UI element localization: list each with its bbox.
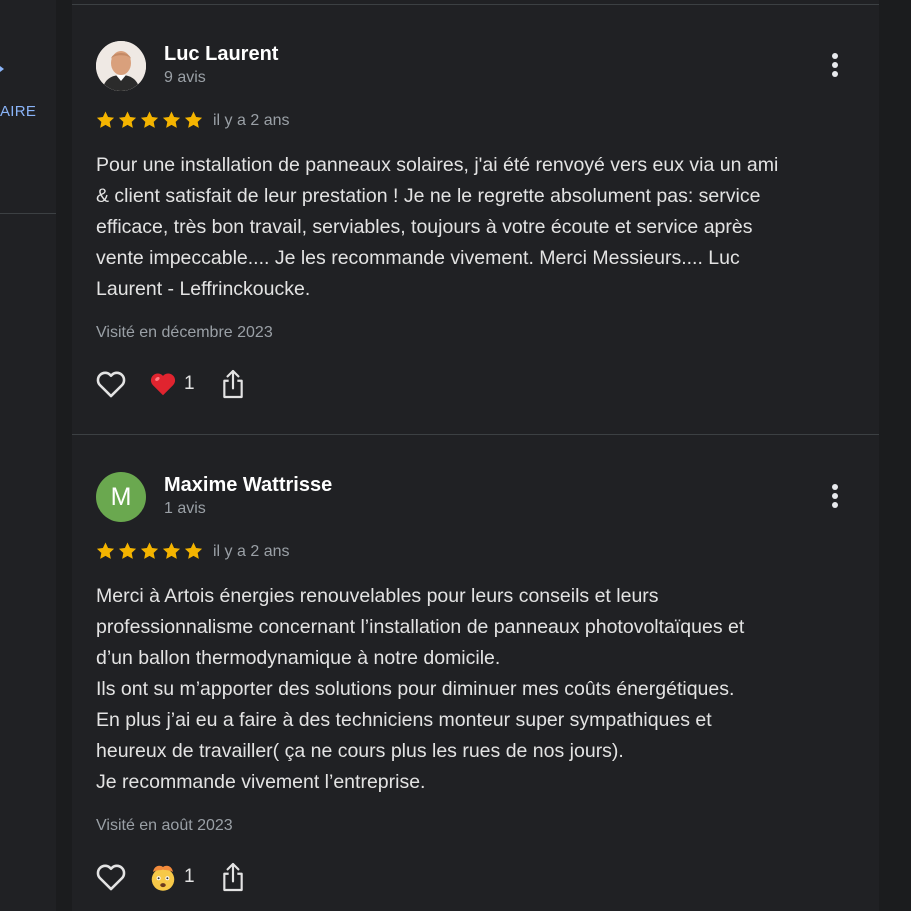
review-time: il y a 2 ans (213, 543, 290, 560)
review-text: Pour une installation de panneaux solair… (96, 154, 779, 300)
review-text: Merci à Artois énergies renouvelables po… (96, 585, 745, 793)
author-review-count: 9 avis (164, 69, 206, 86)
star-rating (95, 110, 204, 130)
author-name[interactable]: Maxime Wattrisse (164, 474, 332, 497)
star-rating (95, 541, 204, 561)
star-icon (96, 111, 115, 128)
visit-date: Visité en août 2023 (96, 817, 233, 834)
visit-date: Visité en décembre 2023 (96, 324, 273, 341)
red-heart-emoji-icon[interactable] (148, 369, 178, 399)
share-icon[interactable] (220, 367, 246, 401)
left-panel-divider (0, 213, 56, 214)
review-actions: 1 (94, 860, 294, 896)
avatar[interactable] (96, 41, 146, 91)
star-icon (96, 542, 115, 559)
star-icon (162, 542, 181, 559)
more-options-button[interactable] (824, 50, 846, 82)
exploding-head-emoji-icon[interactable] (148, 862, 178, 892)
reaction-count: 1 (184, 373, 195, 394)
directions-icon[interactable] (0, 60, 4, 78)
reaction-count: 1 (184, 866, 195, 887)
left-panel-label[interactable]: AIRE (0, 103, 36, 120)
avatar[interactable]: M (96, 472, 146, 522)
author-name[interactable]: Luc Laurent (164, 43, 278, 66)
star-icon (184, 111, 203, 128)
more-options-button[interactable] (824, 481, 846, 513)
top-divider (72, 4, 879, 5)
review-divider (72, 434, 879, 435)
heart-outline-icon[interactable] (94, 860, 128, 894)
heart-outline-icon[interactable] (94, 367, 128, 401)
review-actions: 1 (94, 367, 294, 403)
star-icon (140, 111, 159, 128)
author-review-count: 1 avis (164, 500, 206, 517)
share-icon[interactable] (220, 860, 246, 894)
star-icon (184, 542, 203, 559)
star-icon (140, 542, 159, 559)
review-time: il y a 2 ans (213, 112, 290, 129)
reviews-panel: Luc Laurent 9 avis il y a 2 ans Pour une… (72, 0, 879, 911)
star-icon (118, 111, 137, 128)
user-photo-icon (96, 41, 146, 91)
star-icon (118, 542, 137, 559)
left-panel: AIRE (0, 0, 56, 911)
star-icon (162, 111, 181, 128)
